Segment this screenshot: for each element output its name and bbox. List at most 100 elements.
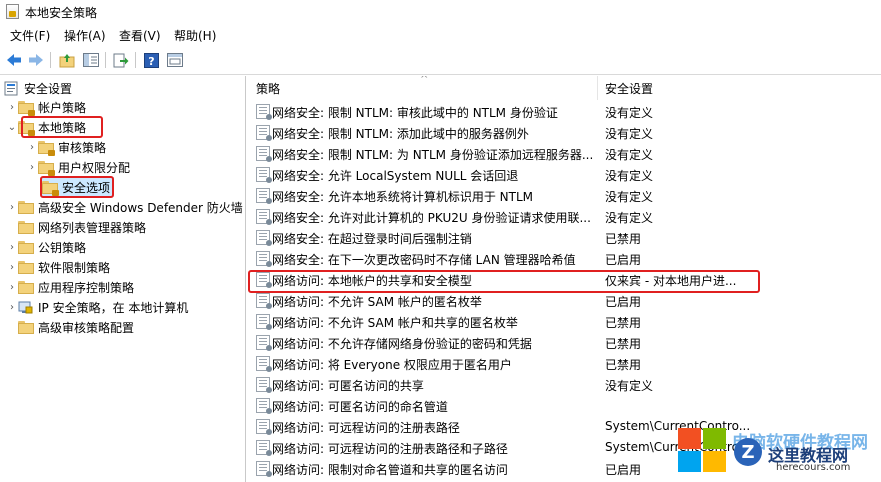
- policy-name: 网络访问: 将 Everyone 权限应用于匿名用户: [272, 358, 512, 372]
- toolbar: ?: [0, 46, 881, 75]
- policy-setting-icon: [256, 251, 272, 267]
- security-setting-value: 没有定义: [605, 106, 654, 120]
- table-row[interactable]: 网络安全: 限制 NTLM: 添加此域中的服务器例外 没有定义: [248, 122, 881, 143]
- column-header-label: 安全设置: [605, 81, 654, 96]
- column-header-policy[interactable]: 策略: [248, 76, 598, 100]
- table-row[interactable]: 网络安全: 允许 LocalSystem NULL 会话回退 没有定义: [248, 164, 881, 185]
- back-arrow-icon[interactable]: [4, 50, 24, 70]
- table-row[interactable]: 网络安全: 限制 NTLM: 审核此域中的 NTLM 身份验证 没有定义: [248, 101, 881, 122]
- policy-name: 网络安全: 允许 LocalSystem NULL 会话回退: [272, 169, 519, 183]
- tree-item-software-restriction[interactable]: › 软件限制策略: [6, 257, 110, 277]
- policy-folder-icon: [18, 100, 35, 116]
- tree-item-app-control[interactable]: › 应用程序控制策略: [6, 277, 134, 297]
- ip-security-icon: [18, 300, 33, 315]
- policy-name: 网络安全: 在下一次更改密码时不存储 LAN 管理器哈希值: [272, 253, 576, 267]
- policy-setting-icon: [256, 314, 272, 330]
- policy-setting-icon: [256, 104, 272, 120]
- policy-setting-icon: [256, 440, 272, 456]
- policy-setting-icon: [256, 125, 272, 141]
- properties-icon[interactable]: [165, 50, 185, 70]
- chevron-right-icon[interactable]: ›: [6, 97, 18, 117]
- toolbar-separator: [50, 52, 51, 68]
- show-hide-tree-icon[interactable]: [81, 50, 101, 70]
- svg-text:?: ?: [148, 55, 154, 68]
- tree-label: 帐户策略: [38, 100, 87, 115]
- tree-label: 审核策略: [58, 140, 107, 155]
- chevron-right-icon[interactable]: ›: [6, 237, 18, 257]
- watermark-logo-icon: Z: [734, 438, 762, 466]
- column-header-setting[interactable]: 安全设置: [598, 76, 881, 100]
- table-row[interactable]: 网络访问: 不允许存储网络身份验证的密码和凭据 已禁用: [248, 332, 881, 353]
- table-row[interactable]: 网络访问: 将 Everyone 权限应用于匿名用户 已禁用: [248, 353, 881, 374]
- tree-label: 安全设置: [24, 81, 73, 96]
- policy-name: 网络安全: 限制 NTLM: 为 NTLM 身份验证添加远程服务器...: [272, 148, 594, 162]
- tree-item-user-rights-assignment[interactable]: › 用户权限分配: [26, 157, 130, 177]
- table-row[interactable]: 网络访问: 不允许 SAM 帐户的匿名枚举 已启用: [248, 290, 881, 311]
- chevron-right-icon[interactable]: ›: [6, 277, 18, 297]
- policy-setting-icon: [256, 335, 272, 351]
- help-icon[interactable]: ?: [141, 50, 161, 70]
- table-row[interactable]: 网络安全: 限制 NTLM: 为 NTLM 身份验证添加远程服务器... 没有定义: [248, 143, 881, 164]
- security-setting-value: 已禁用: [605, 358, 642, 372]
- policy-name: 网络安全: 限制 NTLM: 添加此域中的服务器例外: [272, 127, 529, 141]
- chevron-right-icon[interactable]: ›: [26, 137, 38, 157]
- chevron-right-icon[interactable]: ›: [6, 297, 18, 317]
- tree-item-public-key-policies[interactable]: › 公钥策略: [6, 237, 86, 257]
- table-row[interactable]: 网络访问: 可匿名访问的命名管道: [248, 395, 881, 416]
- tree-item-advanced-audit[interactable]: 高级审核策略配置: [18, 317, 134, 337]
- menu-bar: 文件(F) 操作(A) 查看(V) 帮助(H): [0, 24, 881, 46]
- table-row[interactable]: 网络安全: 允许本地系统将计算机标识用于 NTLM 没有定义: [248, 185, 881, 206]
- tree-label: 软件限制策略: [38, 260, 111, 275]
- watermark-domain: herecours.com: [776, 462, 851, 473]
- tree-root-security-settings[interactable]: 安全设置: [4, 78, 72, 98]
- policy-setting-icon: [256, 167, 272, 183]
- policy-setting-icon: [256, 377, 272, 393]
- table-row[interactable]: 网络安全: 在下一次更改密码时不存储 LAN 管理器哈希值 已启用: [248, 248, 881, 269]
- folder-icon: [18, 280, 34, 294]
- menu-view[interactable]: 查看(V): [118, 27, 162, 44]
- tree-item-network-list-manager[interactable]: 网络列表管理器策略: [18, 217, 146, 237]
- policy-setting-icon: [256, 293, 272, 309]
- folder-icon: [18, 260, 34, 274]
- tree-label: 公钥策略: [38, 240, 87, 255]
- tree-label: 用户权限分配: [58, 160, 131, 175]
- table-row[interactable]: 网络安全: 允许对此计算机的 PKU2U 身份验证请求使用联... 没有定义: [248, 206, 881, 227]
- export-list-icon[interactable]: [111, 50, 131, 70]
- chevron-right-icon[interactable]: ›: [26, 157, 38, 177]
- table-row[interactable]: 网络安全: 在超过登录时间后强制注销 已禁用: [248, 227, 881, 248]
- tree-item-windows-defender-firewall[interactable]: › 高级安全 Windows Defender 防火墙: [6, 197, 243, 217]
- menu-help[interactable]: 帮助(H): [173, 27, 217, 44]
- menu-action[interactable]: 操作(A): [63, 27, 107, 44]
- security-setting-value: 没有定义: [605, 190, 654, 204]
- security-setting-value: 已禁用: [605, 232, 642, 246]
- security-setting-value: 没有定义: [605, 148, 654, 162]
- tree-item-account-policies[interactable]: › 帐户策略: [6, 97, 86, 117]
- policy-name: 网络访问: 不允许 SAM 帐户的匿名枚举: [272, 295, 482, 309]
- folder-icon: [18, 200, 34, 214]
- policy-setting-icon: [256, 209, 272, 225]
- policy-setting-icon: [256, 461, 272, 477]
- table-row[interactable]: 网络访问: 不允许 SAM 帐户和共享的匿名枚举 已禁用: [248, 311, 881, 332]
- folder-icon: [18, 240, 34, 254]
- tree-label: 网络列表管理器策略: [38, 220, 147, 235]
- menu-file[interactable]: 文件(F): [9, 27, 51, 44]
- policy-name: 网络访问: 可远程访问的注册表路径: [272, 421, 460, 435]
- chevron-right-icon[interactable]: ›: [6, 197, 18, 217]
- table-row[interactable]: 网络访问: 可匿名访问的共享 没有定义: [248, 374, 881, 395]
- tree-pane: 安全设置 › 帐户策略 ⌄ 本地策略 › 审核策略 › 用户权限分配 安全选项 …: [0, 76, 246, 482]
- chevron-right-icon[interactable]: ›: [6, 257, 18, 277]
- forward-arrow-icon[interactable]: [26, 50, 46, 70]
- policy-name: 网络安全: 允许对此计算机的 PKU2U 身份验证请求使用联...: [272, 211, 591, 225]
- policy-name: 网络安全: 限制 NTLM: 审核此域中的 NTLM 身份验证: [272, 106, 558, 120]
- tree-label: 高级审核策略配置: [38, 320, 135, 335]
- tree-item-ip-security[interactable]: › IP 安全策略，在 本地计算机: [6, 297, 188, 317]
- policy-folder-icon: [38, 140, 55, 156]
- folder-icon: [18, 220, 34, 234]
- up-folder-icon[interactable]: [57, 50, 77, 70]
- policy-setting-icon: [256, 419, 272, 435]
- tree-item-audit-policy[interactable]: › 审核策略: [26, 137, 106, 157]
- chevron-down-icon[interactable]: ⌄: [6, 117, 18, 137]
- toolbar-separator: [105, 52, 106, 68]
- security-settings-icon: [4, 81, 19, 96]
- policy-name: 网络安全: 允许本地系统将计算机标识用于 NTLM: [272, 190, 534, 204]
